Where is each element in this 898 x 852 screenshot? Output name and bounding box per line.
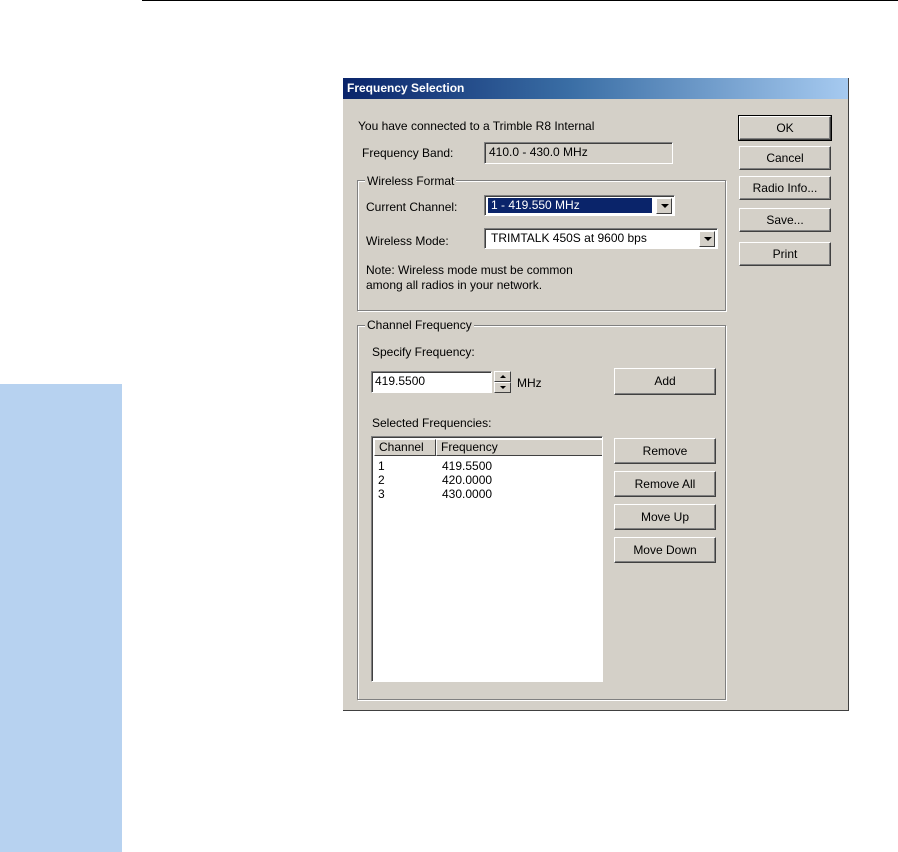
list-item-frequency: 430.0000 [442, 487, 493, 501]
page-sidebar-band [0, 384, 122, 852]
frequency-band-label: Frequency Band: [362, 146, 454, 160]
wireless-mode-value: TRIMTALK 450S at 9600 bps [491, 231, 647, 245]
wireless-note-line1: Note: Wireless mode must be common [366, 263, 573, 277]
list-item[interactable]: 3 430.0000 [378, 487, 598, 501]
connected-text: You have connected to a Trimble R8 Inter… [358, 119, 595, 133]
ok-button[interactable]: OK [738, 115, 832, 141]
move-down-button[interactable]: Move Down [614, 537, 716, 563]
chevron-down-icon [704, 237, 712, 241]
wireless-mode-label: Wireless Mode: [366, 234, 449, 248]
remove-button[interactable]: Remove [614, 438, 716, 464]
frequency-band-field: 410.0 - 430.0 MHz [484, 142, 673, 164]
frequency-spinner[interactable] [494, 371, 511, 393]
wireless-mode-dropdown-button[interactable] [699, 231, 715, 247]
radio-info-button[interactable]: Radio Info... [739, 176, 831, 200]
dialog-titlebar[interactable]: Frequency Selection [343, 78, 848, 99]
list-item-frequency: 419.5500 [442, 459, 493, 473]
current-channel-select[interactable]: 1 - 419.550 MHz [484, 195, 675, 216]
list-item-frequency: 420.0000 [442, 473, 493, 487]
list-item-channel: 2 [378, 473, 385, 487]
move-up-button[interactable]: Move Up [614, 504, 716, 530]
chevron-up-icon [500, 375, 506, 378]
frequency-band-value: 410.0 - 430.0 MHz [489, 145, 588, 159]
channel-frequency-group-label: Channel Frequency [365, 318, 474, 332]
list-item-channel: 1 [378, 459, 385, 473]
list-item-channel: 3 [378, 487, 385, 501]
selected-frequencies-label: Selected Frequencies: [372, 416, 492, 430]
spin-up-button[interactable] [494, 371, 511, 382]
wireless-note-line2: among all radios in your network. [366, 278, 543, 292]
add-button[interactable]: Add [614, 368, 716, 395]
save-button[interactable]: Save... [739, 208, 831, 232]
frequency-input[interactable]: 419.5500 [371, 371, 492, 393]
remove-all-button[interactable]: Remove All [614, 471, 716, 497]
page-top-rule [142, 0, 898, 1]
frequency-input-value: 419.5500 [375, 374, 426, 388]
column-header-channel[interactable]: Channel [374, 439, 436, 456]
frequency-selection-dialog: Frequency Selection You have connected t… [343, 78, 849, 711]
frequency-unit: MHz [517, 376, 542, 390]
current-channel-value: 1 - 419.550 MHz [488, 198, 652, 213]
wireless-format-group-label: Wireless Format [365, 174, 457, 188]
wireless-mode-select[interactable]: TRIMTALK 450S at 9600 bps [484, 228, 718, 249]
spin-down-button[interactable] [494, 382, 511, 393]
cancel-button[interactable]: Cancel [739, 146, 831, 170]
selected-frequencies-list[interactable]: Channel Frequency 1 419.5500 2 420.0000 … [371, 436, 603, 682]
dialog-title: Frequency Selection [347, 81, 465, 95]
print-button[interactable]: Print [739, 242, 831, 266]
chevron-down-icon [661, 204, 669, 208]
chevron-down-icon [500, 386, 506, 389]
specify-frequency-label: Specify Frequency: [372, 345, 475, 359]
list-item[interactable]: 1 419.5500 [378, 459, 598, 473]
current-channel-label: Current Channel: [366, 200, 458, 214]
column-header-frequency[interactable]: Frequency [436, 439, 602, 456]
list-item[interactable]: 2 420.0000 [378, 473, 598, 487]
current-channel-dropdown-button[interactable] [656, 198, 672, 214]
